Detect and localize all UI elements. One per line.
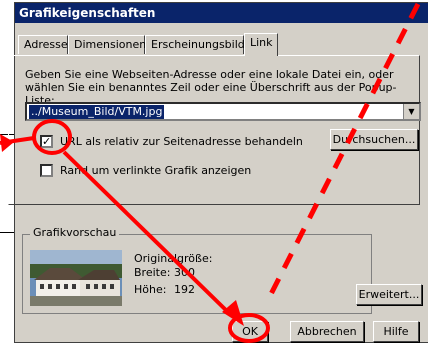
dialog-title: Grafikeigenschaften — [15, 3, 428, 23]
url-value[interactable]: ../Museum_Bild/VTM.jpg — [29, 105, 165, 119]
preview-group-title: Grafikvorschau — [30, 226, 120, 239]
tab-adresse[interactable]: Adresse — [18, 35, 68, 54]
ok-button[interactable]: OK — [232, 321, 268, 342]
background-line — [0, 232, 14, 233]
relative-url-option[interactable]: ✓ URL als relativ zur Seitenadresse beha… — [40, 134, 303, 150]
relative-url-label: URL als relativ zur Seitenadresse behand… — [60, 135, 303, 148]
width-label: Breite: — [134, 266, 171, 279]
tab-link[interactable]: Link — [244, 33, 278, 56]
tab-erscheinungsbild[interactable]: Erscheinungsbild — [145, 35, 245, 54]
relative-url-checkbox[interactable]: ✓ — [40, 135, 53, 148]
border-option[interactable]: Rand um verlinkte Grafik anzeigen — [40, 163, 300, 179]
help-button[interactable]: Hilfe — [373, 321, 419, 342]
height-value: 192 — [174, 283, 195, 296]
browse-button[interactable]: Durchsuchen... — [330, 129, 418, 150]
width-value: 300 — [174, 266, 195, 279]
thumbnail-picture — [30, 250, 122, 306]
cancel-button[interactable]: Abbrechen — [290, 321, 364, 342]
tab-dimensionen[interactable]: Dimensionen — [68, 35, 146, 54]
advanced-button[interactable]: Erweitert... — [356, 284, 422, 305]
image-thumbnail — [30, 250, 122, 306]
height-label: Höhe: — [134, 283, 167, 296]
original-size-label: Originalgröße: — [134, 252, 213, 265]
border-checkbox[interactable] — [40, 164, 53, 177]
border-label: Rand um verlinkte Grafik anzeigen — [60, 164, 252, 177]
dropdown-arrow-icon[interactable]: ▼ — [403, 104, 419, 119]
url-combobox[interactable]: ../Museum_Bild/VTM.jpg ▼ — [25, 102, 421, 121]
